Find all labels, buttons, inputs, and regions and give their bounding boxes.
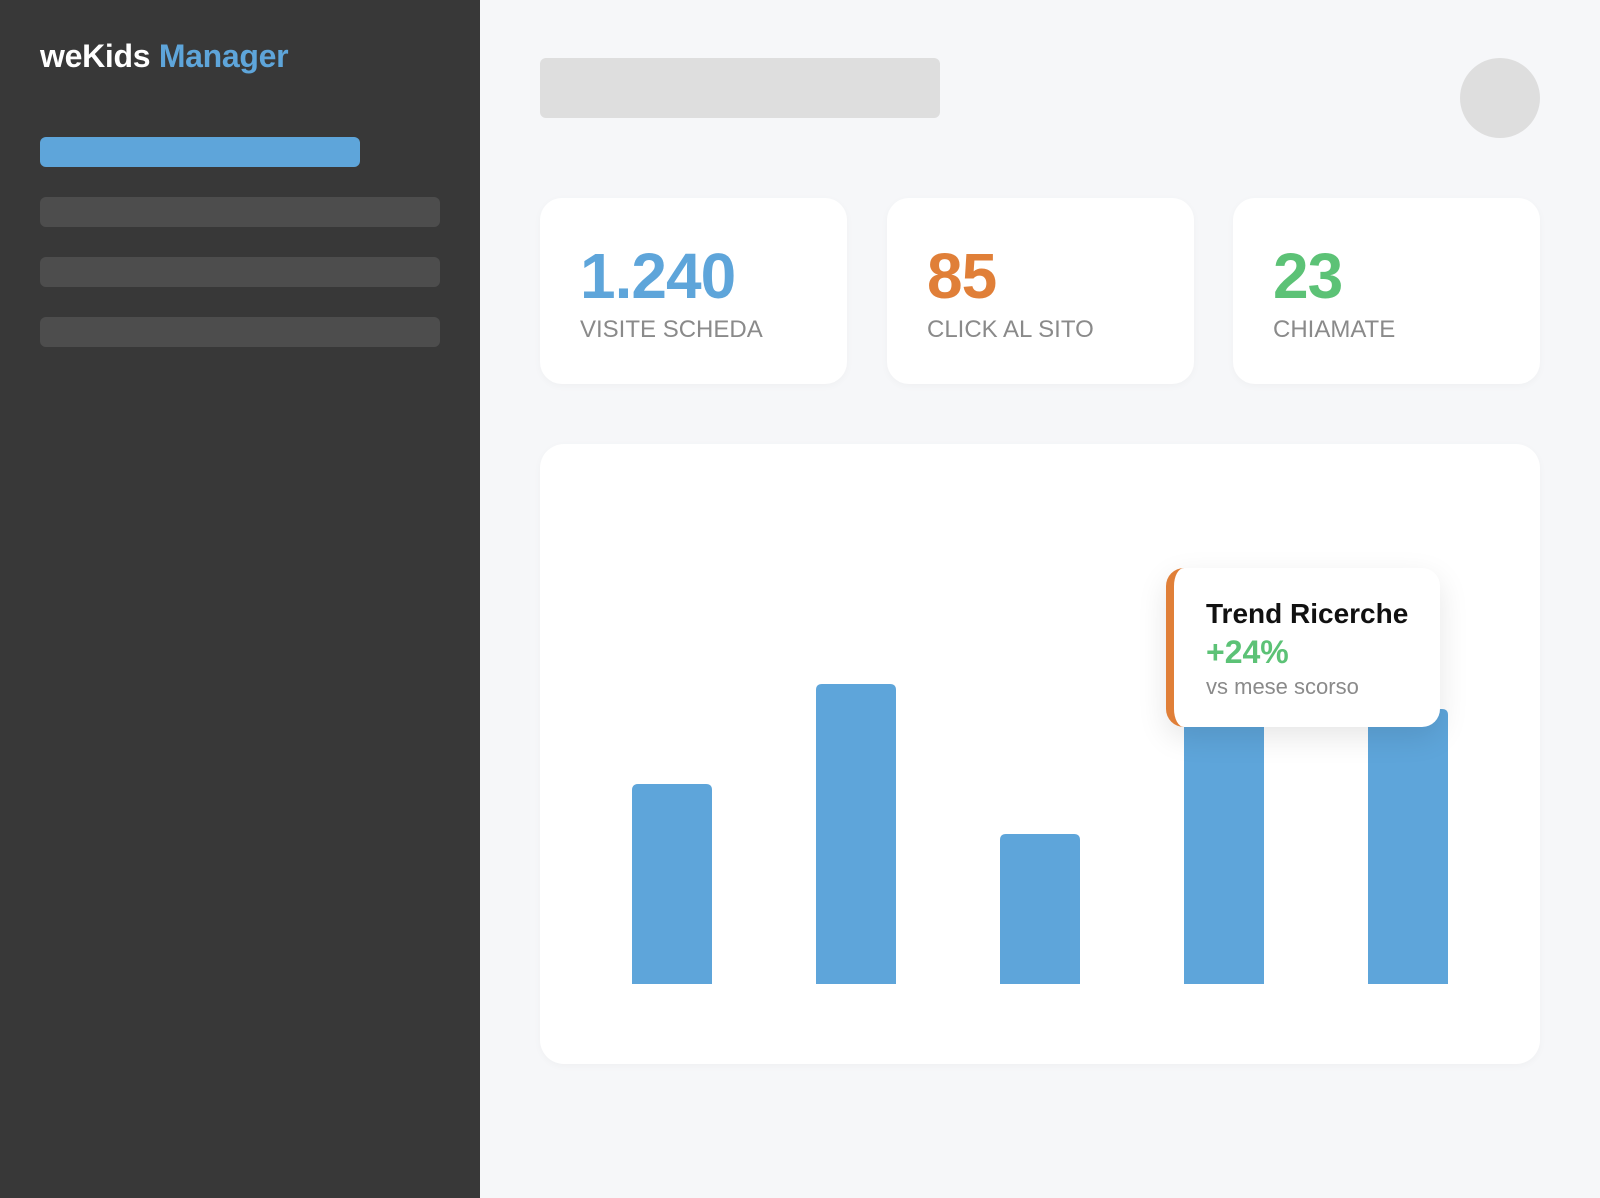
app-window: weKids Manager 1.240 VISITE SCHEDA 85 CL… [0,0,1600,1198]
stat-card-chiamate: 23 CHIAMATE [1233,198,1540,384]
trend-tooltip: Trend Ricerche +24% vs mese scorso [1166,568,1440,727]
chart-bar-4 [1184,684,1264,984]
header-search-placeholder[interactable] [540,58,940,118]
stat-label: VISITE SCHEDA [580,316,763,343]
chart-bar-1 [632,784,712,984]
chart-bar-3 [1000,834,1080,984]
tooltip-change: +24% [1206,634,1289,670]
sidebar-item-4[interactable] [40,317,440,347]
stat-value: 23 [1273,240,1343,312]
tooltip-title: Trend Ricerche [1206,598,1409,629]
tooltip-subtitle: vs mese scorso [1206,674,1359,699]
avatar[interactable] [1460,58,1540,138]
brand-name-part2: Manager [158,38,289,74]
chart-bar-5 [1368,709,1448,984]
sidebar-item-active[interactable] [40,137,360,167]
bar-chart [632,684,1448,984]
brand-logo[interactable]: weKids Manager [40,38,289,75]
chart-bar-2 [816,684,896,984]
brand-name-part1: weKids [40,38,151,74]
chart-card [540,444,1540,1064]
stat-card-visite: 1.240 VISITE SCHEDA [540,198,847,384]
stat-value: 85 [927,240,997,312]
sidebar: weKids Manager [0,0,480,1198]
sidebar-item-2[interactable] [40,197,440,227]
stat-label: CHIAMATE [1273,316,1396,343]
stat-value: 1.240 [580,240,736,312]
stat-label: CLICK AL SITO [927,316,1094,343]
stat-card-click: 85 CLICK AL SITO [887,198,1194,384]
sidebar-item-3[interactable] [40,257,440,287]
